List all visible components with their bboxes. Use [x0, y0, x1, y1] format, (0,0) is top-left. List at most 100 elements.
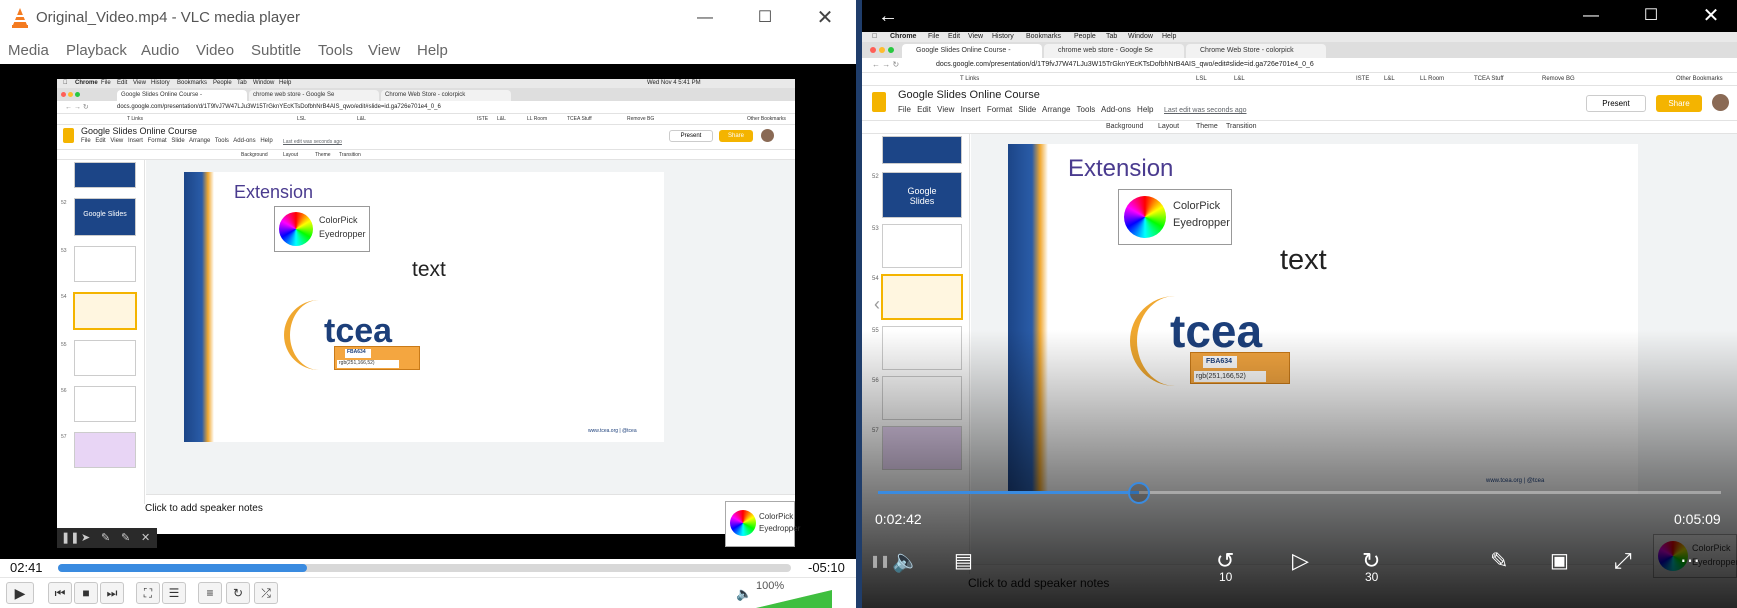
slides-header: Google Slides Online Course File Edit Vi…	[57, 125, 795, 149]
play-button[interactable]: ▶	[6, 582, 34, 604]
maximize-button[interactable]: ☐	[1640, 6, 1662, 26]
menu-media[interactable]: Media	[8, 42, 49, 59]
speaker-notes-text: Click to add speaker notes	[145, 503, 263, 514]
menu-audio[interactable]: Audio	[141, 42, 179, 59]
eyedropper-label: Eyedropper	[759, 524, 801, 533]
movies-tv-player: ← — ☐ ✕  Chrome File Edit View History …	[862, 0, 1737, 608]
shuffle-button[interactable]: ⤮	[254, 582, 278, 604]
pencil-icon[interactable]: ✎	[1490, 548, 1508, 574]
close-button[interactable]: ✕	[814, 8, 836, 28]
chevron-left-icon[interactable]: ‹	[874, 294, 880, 315]
doc-menu-item: Help	[1137, 105, 1154, 114]
doc-menu-item: Format	[147, 138, 167, 144]
menu-playback[interactable]: Playback	[66, 42, 127, 59]
vlc-titlebar: Original_Video.mp4 - VLC media player — …	[0, 0, 856, 36]
vlc-window: Original_Video.mp4 - VLC media player — …	[0, 0, 856, 608]
mac-menu-people: People	[1074, 33, 1096, 40]
bookmark-item: L&L	[1234, 76, 1245, 82]
playlist-button[interactable]: ≡	[198, 582, 222, 604]
subtitles-icon[interactable]: ▤	[954, 548, 973, 573]
speaker-icon[interactable]: 🔈	[736, 586, 752, 602]
mac-max-dot	[75, 92, 80, 97]
mac-min-dot	[68, 92, 73, 97]
last-edit: Last edit was seconds ago	[1164, 107, 1247, 114]
close-button[interactable]: ✕	[1700, 6, 1722, 26]
doc-menu-item: Tools	[214, 138, 229, 144]
vlc-menubar: Media Playback Audio Video Subtitle Tool…	[0, 36, 856, 64]
mac-menu-window: Window	[1128, 33, 1153, 40]
toolbar-item: Theme	[315, 152, 331, 158]
video-area[interactable]:  Chrome File Edit View History Bookmark…	[0, 64, 856, 559]
recorder-toolbar: ❚❚ ➤ ✎ ✎ ✕	[57, 528, 157, 548]
back-arrow-icon[interactable]: ←	[877, 6, 899, 26]
volume-slider[interactable]	[756, 590, 832, 608]
minimize-button[interactable]: —	[694, 8, 716, 28]
seek-bar-fill	[58, 564, 308, 572]
tab-web-store-search: chrome web store - Google Se	[1044, 44, 1184, 58]
menu-tools[interactable]: Tools	[318, 42, 353, 59]
previous-button[interactable]: ⏮	[48, 582, 72, 604]
menu-help[interactable]: Help	[417, 42, 448, 59]
mac-menu-people: People	[213, 80, 232, 86]
bookmark-item: LSL	[297, 116, 306, 122]
current-slide: Extension ColorPick Eyedropper text tcea…	[184, 172, 664, 442]
doc-menu-item: Add-ons	[1101, 105, 1131, 114]
avatar	[761, 129, 774, 142]
mac-menu-help: Help	[1162, 33, 1177, 40]
slide-footer: www.tcea.org | @tcea	[588, 428, 637, 434]
doc-menu-item: Arrange	[1042, 105, 1071, 114]
slides-toolbar: Background Layout Theme Transition	[57, 149, 795, 160]
tab-colorpick: Chrome Web Store - colorpick	[1186, 44, 1326, 58]
stop-button[interactable]: ■	[74, 582, 98, 604]
bookmark-item: Other Bookmarks	[1676, 76, 1723, 82]
slide-thumbnail: Google Slides	[882, 172, 962, 218]
fullscreen-button[interactable]: ⛶	[136, 582, 160, 604]
doc-menu-item: Add-ons	[233, 138, 256, 144]
next-button[interactable]: ⏭	[100, 582, 124, 604]
more-options-icon[interactable]: ⋯	[1680, 548, 1700, 573]
bookmark-item: ISTE	[477, 116, 489, 122]
slide-thumbnail-selected	[881, 274, 963, 320]
doc-title: Google Slides Online Course	[898, 89, 1040, 101]
mac-menu-help: Help	[279, 80, 292, 86]
extended-settings-button[interactable]: ☰	[162, 582, 186, 604]
bookmark-item: TCEA Stuff	[567, 116, 592, 122]
slide-thumbnail	[74, 340, 136, 376]
doc-menu: File Edit View Insert Format Slide Arran…	[898, 105, 1154, 114]
menu-view[interactable]: View	[368, 42, 400, 59]
fullscreen-icon[interactable]: ⤢	[1614, 548, 1632, 574]
eyedropper-label: Eyedropper	[1173, 217, 1230, 229]
bookmark-item: L&L	[357, 116, 366, 122]
maximize-button[interactable]: ☐	[754, 8, 776, 28]
share-button: Share	[1656, 95, 1702, 112]
player-seek-bar[interactable]	[878, 491, 1721, 494]
bookmark-item: ISTE	[1356, 76, 1370, 82]
slides-logo-icon	[63, 128, 74, 143]
seek-bar[interactable]	[58, 564, 791, 572]
bookmark-item: TCEA Stuff	[1474, 76, 1504, 82]
doc-menu-item: Slide	[171, 138, 185, 144]
vlc-controls: ▶ ⏮ ■ ⏭ ⛶ ☰ ≡ ↻ ⤮ 🔈 100%	[0, 577, 856, 608]
colorpick-thumbnail: ColorPick Eyedropper	[725, 501, 800, 547]
volume-icon[interactable]: 🔈	[892, 548, 919, 574]
bookmark-item: L&L	[497, 116, 506, 122]
doc-menu-item: Edit	[95, 138, 106, 144]
bookmark-item: L&L	[1384, 76, 1395, 82]
mac-menu-chrome: Chrome	[75, 80, 98, 86]
mac-close-dot	[870, 47, 876, 53]
mac-menu-bookmarks: Bookmarks	[177, 80, 208, 86]
mac-menu-view: View	[133, 80, 146, 86]
speaker-notes: Click to add speaker notes	[145, 494, 795, 534]
bookmark-item: T Links	[960, 76, 980, 82]
menu-video[interactable]: Video	[196, 42, 234, 59]
mac-min-dot	[879, 47, 885, 53]
menu-subtitle[interactable]: Subtitle	[251, 42, 301, 59]
pause-small-icon: ❚❚	[870, 554, 891, 568]
minimize-button[interactable]: —	[1580, 6, 1602, 26]
play-icon[interactable]: ▷	[1292, 548, 1309, 574]
doc-menu-item: View	[937, 105, 955, 114]
mini-view-icon[interactable]: ▣	[1550, 548, 1569, 573]
loop-button[interactable]: ↻	[226, 582, 250, 604]
mac-menu-chrome: Chrome	[890, 33, 917, 40]
skip-back-label: 10	[1219, 570, 1233, 584]
